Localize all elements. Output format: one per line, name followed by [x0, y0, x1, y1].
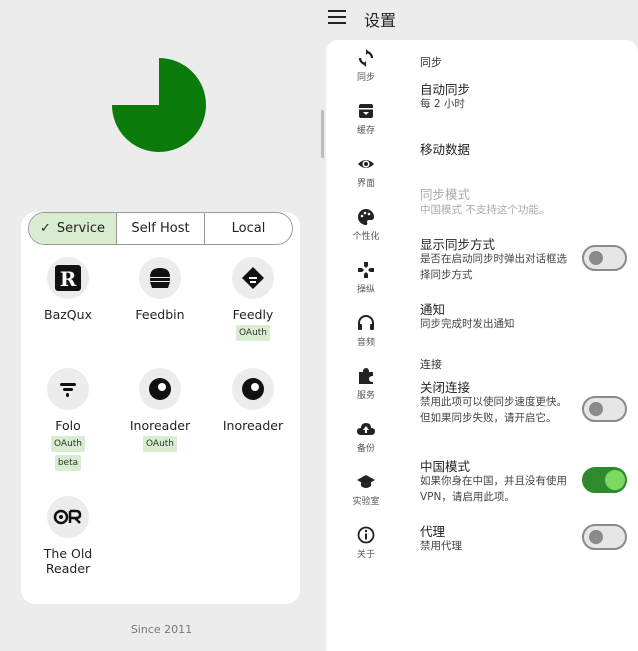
- svg-text:R: R: [60, 267, 77, 291]
- nav-label: 关于: [356, 550, 375, 560]
- nav-item-cache[interactable]: 缓存: [344, 102, 388, 136]
- service-inoreader[interactable]: Inoreader: [208, 368, 298, 433]
- show-sync-method-toggle[interactable]: [582, 245, 627, 271]
- inoreader-icon: [232, 368, 274, 410]
- segment-label: Self Host: [131, 221, 190, 236]
- service-type-segmented-control: ✓ Service Self Host Local: [28, 212, 293, 245]
- settings-screen: 设置 同步 缓存 界面 个性化 操纵 音频 服务 备份 实验室 关于 同步 自动…: [324, 0, 638, 651]
- nav-label: 音频: [356, 338, 375, 348]
- menu-icon[interactable]: [328, 10, 346, 24]
- segment-local[interactable]: Local: [205, 213, 292, 244]
- service-name: Inoreader: [129, 418, 191, 433]
- oauth-badge: OAuth: [235, 325, 271, 341]
- headphones-icon: [358, 315, 374, 330]
- nav-label: 个性化: [352, 232, 380, 242]
- setting-subtitle: 中国模式 不支持这个功能。: [420, 204, 550, 216]
- service-name: Feedly: [232, 307, 274, 322]
- service-bazqux[interactable]: R BazQux: [23, 257, 113, 322]
- setting-subtitle: 每 2 小时: [420, 98, 465, 110]
- setting-title: 移动数据: [420, 142, 471, 157]
- oauth-badge: OAuth: [50, 436, 86, 452]
- nav-label: 服务: [356, 391, 375, 401]
- service-selection-panel: ✓ Service Self Host Local R BazQux Feedb…: [0, 0, 323, 651]
- nav-label: 实验室: [352, 497, 380, 507]
- proxy-toggle[interactable]: [582, 524, 627, 550]
- bazqux-icon: R: [47, 257, 89, 299]
- segment-self-host[interactable]: Self Host: [117, 213, 205, 244]
- beta-badge: beta: [54, 455, 82, 471]
- inoreader-icon: [139, 368, 181, 410]
- segment-service[interactable]: ✓ Service: [29, 213, 117, 244]
- cloud-upload-icon: [357, 423, 375, 435]
- service-name: Inoreader: [222, 418, 284, 433]
- service-feedbin[interactable]: Feedbin: [115, 257, 205, 322]
- check-icon: ✓: [40, 221, 51, 236]
- service-inoreader-oauth[interactable]: Inoreader OAuth: [115, 368, 205, 452]
- app-logo: [112, 58, 206, 152]
- service-name: Feedbin: [135, 307, 185, 322]
- section-header-connection: 连接: [420, 358, 442, 371]
- top-app-bar: 设置: [324, 0, 638, 36]
- section-header-sync: 同步: [420, 56, 442, 69]
- puzzle-icon: [359, 368, 373, 384]
- feedly-icon: [232, 257, 274, 299]
- setting-subtitle: 是否在启动同步时弹出对话框选择同步方式: [420, 253, 567, 281]
- info-icon: [357, 526, 375, 544]
- service-name: BazQux: [44, 307, 92, 322]
- setting-subtitle: 如果你身在中国，并且没有使用 VPN，请启用此项。: [420, 475, 567, 503]
- segment-label: Service: [56, 221, 105, 236]
- setting-subtitle: 禁用代理: [420, 540, 462, 552]
- feedbin-icon: [139, 257, 181, 299]
- nav-label: 同步: [356, 73, 375, 83]
- since-label: Since 2011: [130, 623, 193, 636]
- nav-item-personalization[interactable]: 个性化: [344, 208, 388, 242]
- theoldreader-icon: [47, 496, 89, 538]
- nav-label: 操纵: [356, 285, 375, 295]
- close-connection-toggle[interactable]: [582, 396, 627, 422]
- graduation-cap-icon: [357, 475, 375, 488]
- archive-icon: [359, 104, 373, 118]
- service-the-old-reader[interactable]: The Old Reader: [23, 496, 113, 576]
- gamepad-icon: [358, 262, 374, 278]
- eye-icon: [358, 160, 374, 168]
- service-name: Folo: [55, 418, 81, 433]
- palette-icon: [358, 209, 374, 225]
- nav-item-services[interactable]: 服务: [344, 367, 388, 401]
- nav-item-sync[interactable]: 同步: [344, 49, 388, 83]
- nav-label: 缓存: [356, 126, 375, 136]
- nav-label: 备份: [356, 444, 375, 454]
- settings-panel: 同步 缓存 界面 个性化 操纵 音频 服务 备份 实验室 关于 同步 自动同步 …: [326, 40, 638, 651]
- nav-item-about[interactable]: 关于: [344, 526, 388, 560]
- oauth-badge: OAuth: [142, 436, 178, 452]
- page-title: 设置: [364, 11, 397, 30]
- setting-title: 同步模式: [420, 187, 471, 202]
- service-feedly[interactable]: Feedly OAuth: [208, 257, 298, 341]
- nav-item-lab[interactable]: 实验室: [344, 473, 388, 507]
- nav-item-interface[interactable]: 界面: [344, 155, 388, 189]
- nav-item-controls[interactable]: 操纵: [344, 261, 388, 295]
- setting-subtitle: 同步完成时发出通知: [420, 318, 515, 330]
- service-folo[interactable]: Folo OAuth beta: [23, 368, 113, 471]
- setting-subtitle: 禁用此项可以使同步速度更快。但如果同步失败，请开启它。: [420, 396, 567, 424]
- sync-icon: [358, 49, 374, 67]
- segment-label: Local: [231, 221, 266, 236]
- china-mode-toggle[interactable]: [582, 467, 627, 493]
- service-name: The Old Reader: [43, 546, 93, 576]
- nav-item-backup[interactable]: 备份: [344, 420, 388, 454]
- nav-label: 界面: [356, 179, 375, 189]
- nav-item-audio[interactable]: 音频: [344, 314, 388, 348]
- folo-icon: [47, 368, 89, 410]
